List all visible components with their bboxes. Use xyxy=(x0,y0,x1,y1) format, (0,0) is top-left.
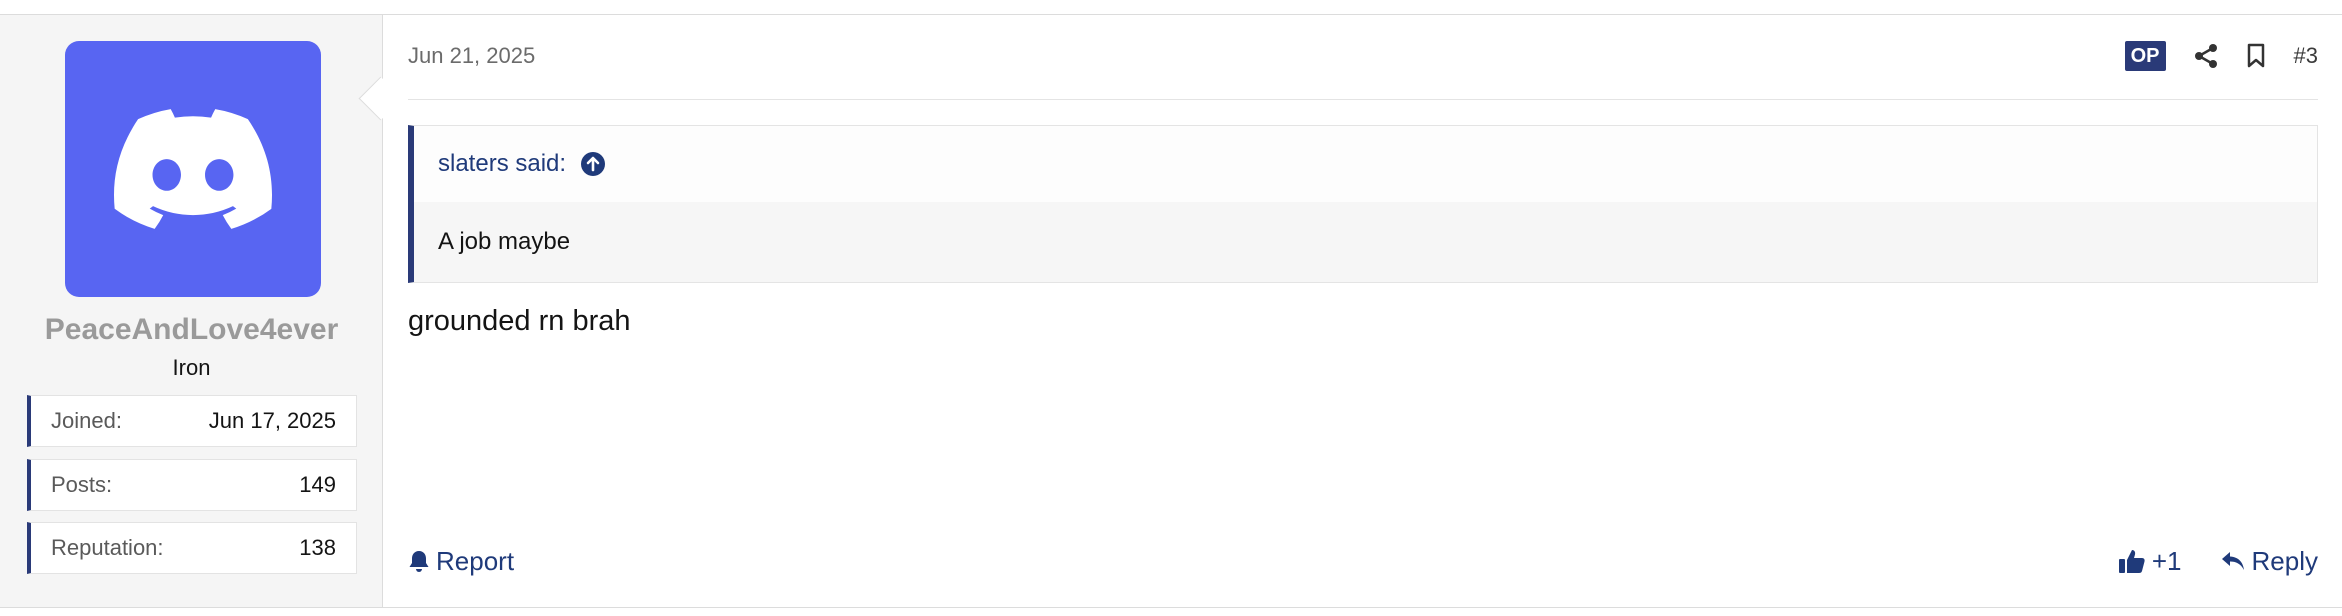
share-icon xyxy=(2194,44,2217,68)
post-header-actions: OP #3 xyxy=(2124,41,2318,71)
reply-button[interactable]: Reply xyxy=(2220,546,2318,577)
stat-value: Jun 17, 2025 xyxy=(208,408,336,433)
post-message: grounded rn brah xyxy=(408,305,631,337)
bell-icon xyxy=(409,551,429,572)
like-button[interactable]: +1 xyxy=(2118,546,2182,577)
report-button[interactable]: Report xyxy=(408,546,514,577)
user-rank: Iron xyxy=(172,355,211,380)
post-footer: Report +1 Reply xyxy=(408,541,2318,581)
thumbs-up-icon xyxy=(2118,550,2145,573)
quote-block: slaters said: A job maybe xyxy=(408,125,2318,283)
bookmark-button[interactable] xyxy=(2246,43,2266,69)
stat-value: 149 xyxy=(299,472,336,497)
share-button[interactable] xyxy=(2194,43,2218,69)
arrow-up-circle-icon xyxy=(581,152,606,176)
bookmark-icon xyxy=(2247,43,2264,68)
stat-label: Reputation: xyxy=(51,535,164,560)
quote-author[interactable]: slaters said: xyxy=(438,150,566,178)
header-divider xyxy=(408,99,2318,100)
post-date[interactable]: Jun 21, 2025 xyxy=(408,43,535,69)
username[interactable]: PeaceAndLove4ever xyxy=(0,313,383,347)
stat-joined: Joined: Jun 17, 2025 xyxy=(27,395,357,447)
stat-reputation: Reputation: 138 xyxy=(27,522,357,574)
stat-posts: Posts: 149 xyxy=(27,459,357,511)
user-info-panel: PeaceAndLove4ever Iron Joined: Jun 17, 2… xyxy=(0,15,383,607)
reply-icon xyxy=(2221,552,2244,570)
op-badge: OP xyxy=(2124,41,2166,71)
quote-header: slaters said: xyxy=(414,126,2317,202)
forum-post: PeaceAndLove4ever Iron Joined: Jun 17, 2… xyxy=(0,14,2342,608)
report-label: Report xyxy=(436,545,515,576)
like-label: +1 xyxy=(2151,545,2182,576)
post-number-link[interactable]: #3 xyxy=(2294,43,2318,69)
quote-text: A job maybe xyxy=(414,202,2317,282)
stat-label: Posts: xyxy=(51,472,113,497)
reply-label: Reply xyxy=(2251,545,2318,576)
stat-label: Joined: xyxy=(51,408,122,433)
jump-to-quote-button[interactable] xyxy=(580,151,606,177)
discord-logo-icon xyxy=(114,109,272,229)
avatar[interactable] xyxy=(65,41,321,297)
post-main: Jun 21, 2025 OP #3 slaters said: A job m… xyxy=(384,15,2342,607)
stat-value: 138 xyxy=(299,535,336,560)
